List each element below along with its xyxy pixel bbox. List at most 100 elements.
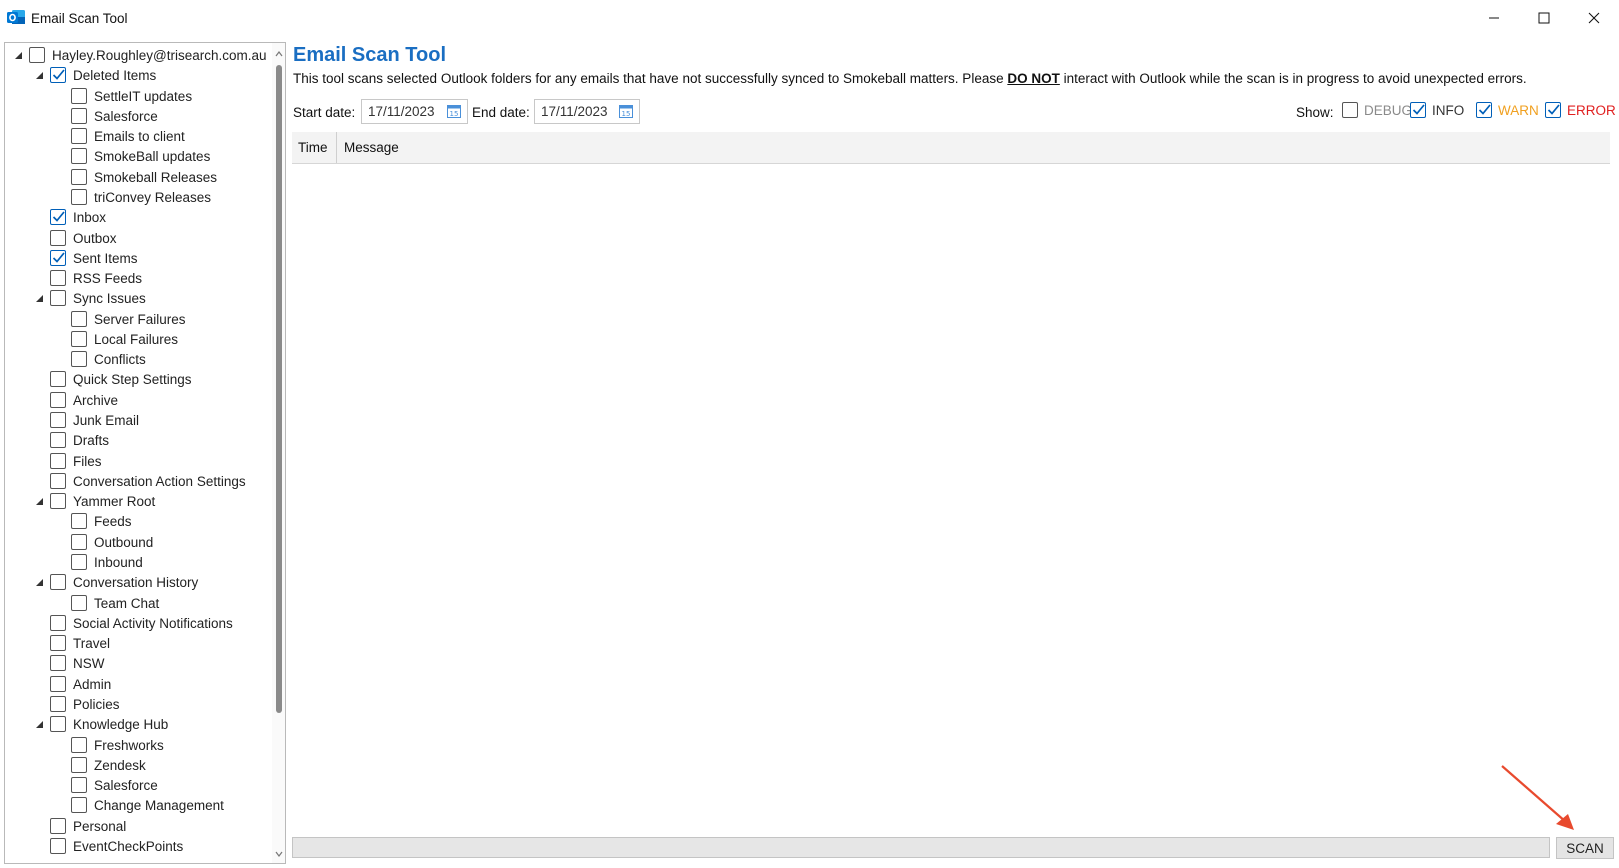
- checkbox[interactable]: [71, 189, 87, 205]
- tree-node[interactable]: Outbox: [50, 228, 117, 248]
- expand-arrow-icon[interactable]: [13, 50, 23, 60]
- checkbox-checked[interactable]: [50, 209, 66, 225]
- scroll-up-icon[interactable]: [274, 49, 284, 59]
- tree-node[interactable]: Salesforce: [71, 106, 158, 126]
- start-date-picker[interactable]: 17/11/2023 15: [361, 99, 468, 124]
- tree-node[interactable]: Feeds: [71, 511, 132, 531]
- checkbox-checked[interactable]: [50, 67, 66, 83]
- checkbox[interactable]: [50, 473, 66, 489]
- scrollbar-thumb[interactable]: [276, 65, 282, 713]
- tree-node[interactable]: Conflicts: [71, 349, 146, 369]
- tree-node[interactable]: Change Management: [71, 795, 224, 815]
- tree-node[interactable]: Team Chat: [71, 593, 159, 613]
- checkbox[interactable]: [50, 230, 66, 246]
- checkbox[interactable]: [50, 432, 66, 448]
- calendar-icon[interactable]: 15: [618, 103, 634, 119]
- checkbox[interactable]: [71, 128, 87, 144]
- tree-node[interactable]: SettleIT updates: [71, 86, 192, 106]
- tree-node[interactable]: triConvey Releases: [71, 187, 211, 207]
- checkbox[interactable]: [50, 371, 66, 387]
- checkbox[interactable]: [71, 513, 87, 529]
- tree-node[interactable]: NSW: [50, 653, 105, 673]
- tree-node[interactable]: Inbound: [71, 552, 143, 572]
- checkbox[interactable]: [50, 392, 66, 408]
- filter-error[interactable]: ERROR: [1545, 102, 1616, 118]
- checkbox[interactable]: [71, 311, 87, 327]
- maximize-button[interactable]: [1519, 0, 1569, 36]
- tree-node[interactable]: Quick Step Settings: [50, 369, 192, 389]
- expand-arrow-icon[interactable]: [34, 577, 44, 587]
- tree-node[interactable]: Social Activity Notifications: [50, 613, 233, 633]
- checkbox[interactable]: [71, 554, 87, 570]
- tree-node[interactable]: EventCheckPoints: [50, 836, 183, 856]
- tree-node[interactable]: Emails to client: [71, 126, 185, 146]
- tree-node[interactable]: Sent Items: [50, 248, 138, 268]
- calendar-icon[interactable]: 15: [446, 103, 462, 119]
- checkbox[interactable]: [71, 595, 87, 611]
- tree-node[interactable]: Smokeball Releases: [71, 167, 217, 187]
- checkbox[interactable]: [50, 412, 66, 428]
- checkbox[interactable]: [71, 757, 87, 773]
- tree-node[interactable]: RSS Feeds: [50, 268, 142, 288]
- checkbox[interactable]: [71, 148, 87, 164]
- checkbox[interactable]: [71, 797, 87, 813]
- filter-info[interactable]: INFO: [1410, 102, 1464, 118]
- checkbox[interactable]: [71, 108, 87, 124]
- checkbox[interactable]: [50, 716, 66, 732]
- checkbox[interactable]: [50, 290, 66, 306]
- expand-arrow-icon[interactable]: [34, 70, 44, 80]
- expand-arrow-icon[interactable]: [34, 293, 44, 303]
- scroll-down-icon[interactable]: [274, 849, 284, 859]
- tree-node[interactable]: Travel: [50, 633, 110, 653]
- tree-node[interactable]: Archive: [50, 390, 118, 410]
- checkbox-checked[interactable]: [1410, 102, 1426, 118]
- column-header-time[interactable]: Time: [292, 132, 337, 163]
- checkbox-checked[interactable]: [50, 250, 66, 266]
- tree-node[interactable]: Admin: [50, 674, 111, 694]
- tree-node[interactable]: Files: [50, 451, 102, 471]
- scan-button[interactable]: SCAN: [1556, 837, 1614, 859]
- checkbox[interactable]: [71, 351, 87, 367]
- checkbox[interactable]: [50, 453, 66, 469]
- checkbox-checked[interactable]: [1476, 102, 1492, 118]
- log-grid[interactable]: Time Message: [292, 132, 1610, 832]
- tree-node[interactable]: Conversation History: [36, 572, 198, 592]
- checkbox[interactable]: [71, 169, 87, 185]
- filter-debug[interactable]: DEBUG: [1342, 102, 1412, 118]
- checkbox[interactable]: [71, 777, 87, 793]
- expand-arrow-icon[interactable]: [34, 719, 44, 729]
- checkbox[interactable]: [50, 676, 66, 692]
- checkbox-checked[interactable]: [1545, 102, 1561, 118]
- tree-node[interactable]: Salesforce: [71, 775, 158, 795]
- folder-tree[interactable]: Hayley.Roughley@trisearch.com.au Deleted …: [4, 42, 286, 864]
- expand-arrow-icon[interactable]: [34, 496, 44, 506]
- tree-node[interactable]: Local Failures: [71, 329, 178, 349]
- checkbox[interactable]: [50, 655, 66, 671]
- filter-warn[interactable]: WARN: [1476, 102, 1539, 118]
- close-button[interactable]: [1569, 0, 1619, 36]
- tree-node[interactable]: Sync Issues: [36, 288, 146, 308]
- minimize-button[interactable]: [1469, 0, 1519, 36]
- tree-node[interactable]: Hayley.Roughley@trisearch.com.au: [15, 45, 267, 65]
- checkbox[interactable]: [1342, 102, 1358, 118]
- tree-node[interactable]: Knowledge Hub: [36, 714, 168, 734]
- end-date-picker[interactable]: 17/11/2023 15: [534, 99, 640, 124]
- checkbox[interactable]: [50, 493, 66, 509]
- tree-node[interactable]: Zendesk: [71, 755, 146, 775]
- checkbox[interactable]: [71, 737, 87, 753]
- checkbox[interactable]: [50, 615, 66, 631]
- tree-node[interactable]: Policies: [50, 694, 120, 714]
- tree-node[interactable]: Yammer Root: [36, 491, 155, 511]
- tree-node[interactable]: Conversation Action Settings: [50, 471, 246, 491]
- tree-node[interactable]: Inbox: [50, 207, 106, 227]
- tree-node[interactable]: Freshworks: [71, 735, 164, 755]
- checkbox[interactable]: [50, 574, 66, 590]
- checkbox[interactable]: [29, 47, 45, 63]
- tree-node[interactable]: Junk Email: [50, 410, 139, 430]
- checkbox[interactable]: [50, 270, 66, 286]
- tree-scrollbar[interactable]: [272, 43, 285, 863]
- tree-node[interactable]: Outbound: [71, 532, 153, 552]
- checkbox[interactable]: [50, 696, 66, 712]
- tree-node[interactable]: Personal: [50, 816, 126, 836]
- checkbox[interactable]: [71, 88, 87, 104]
